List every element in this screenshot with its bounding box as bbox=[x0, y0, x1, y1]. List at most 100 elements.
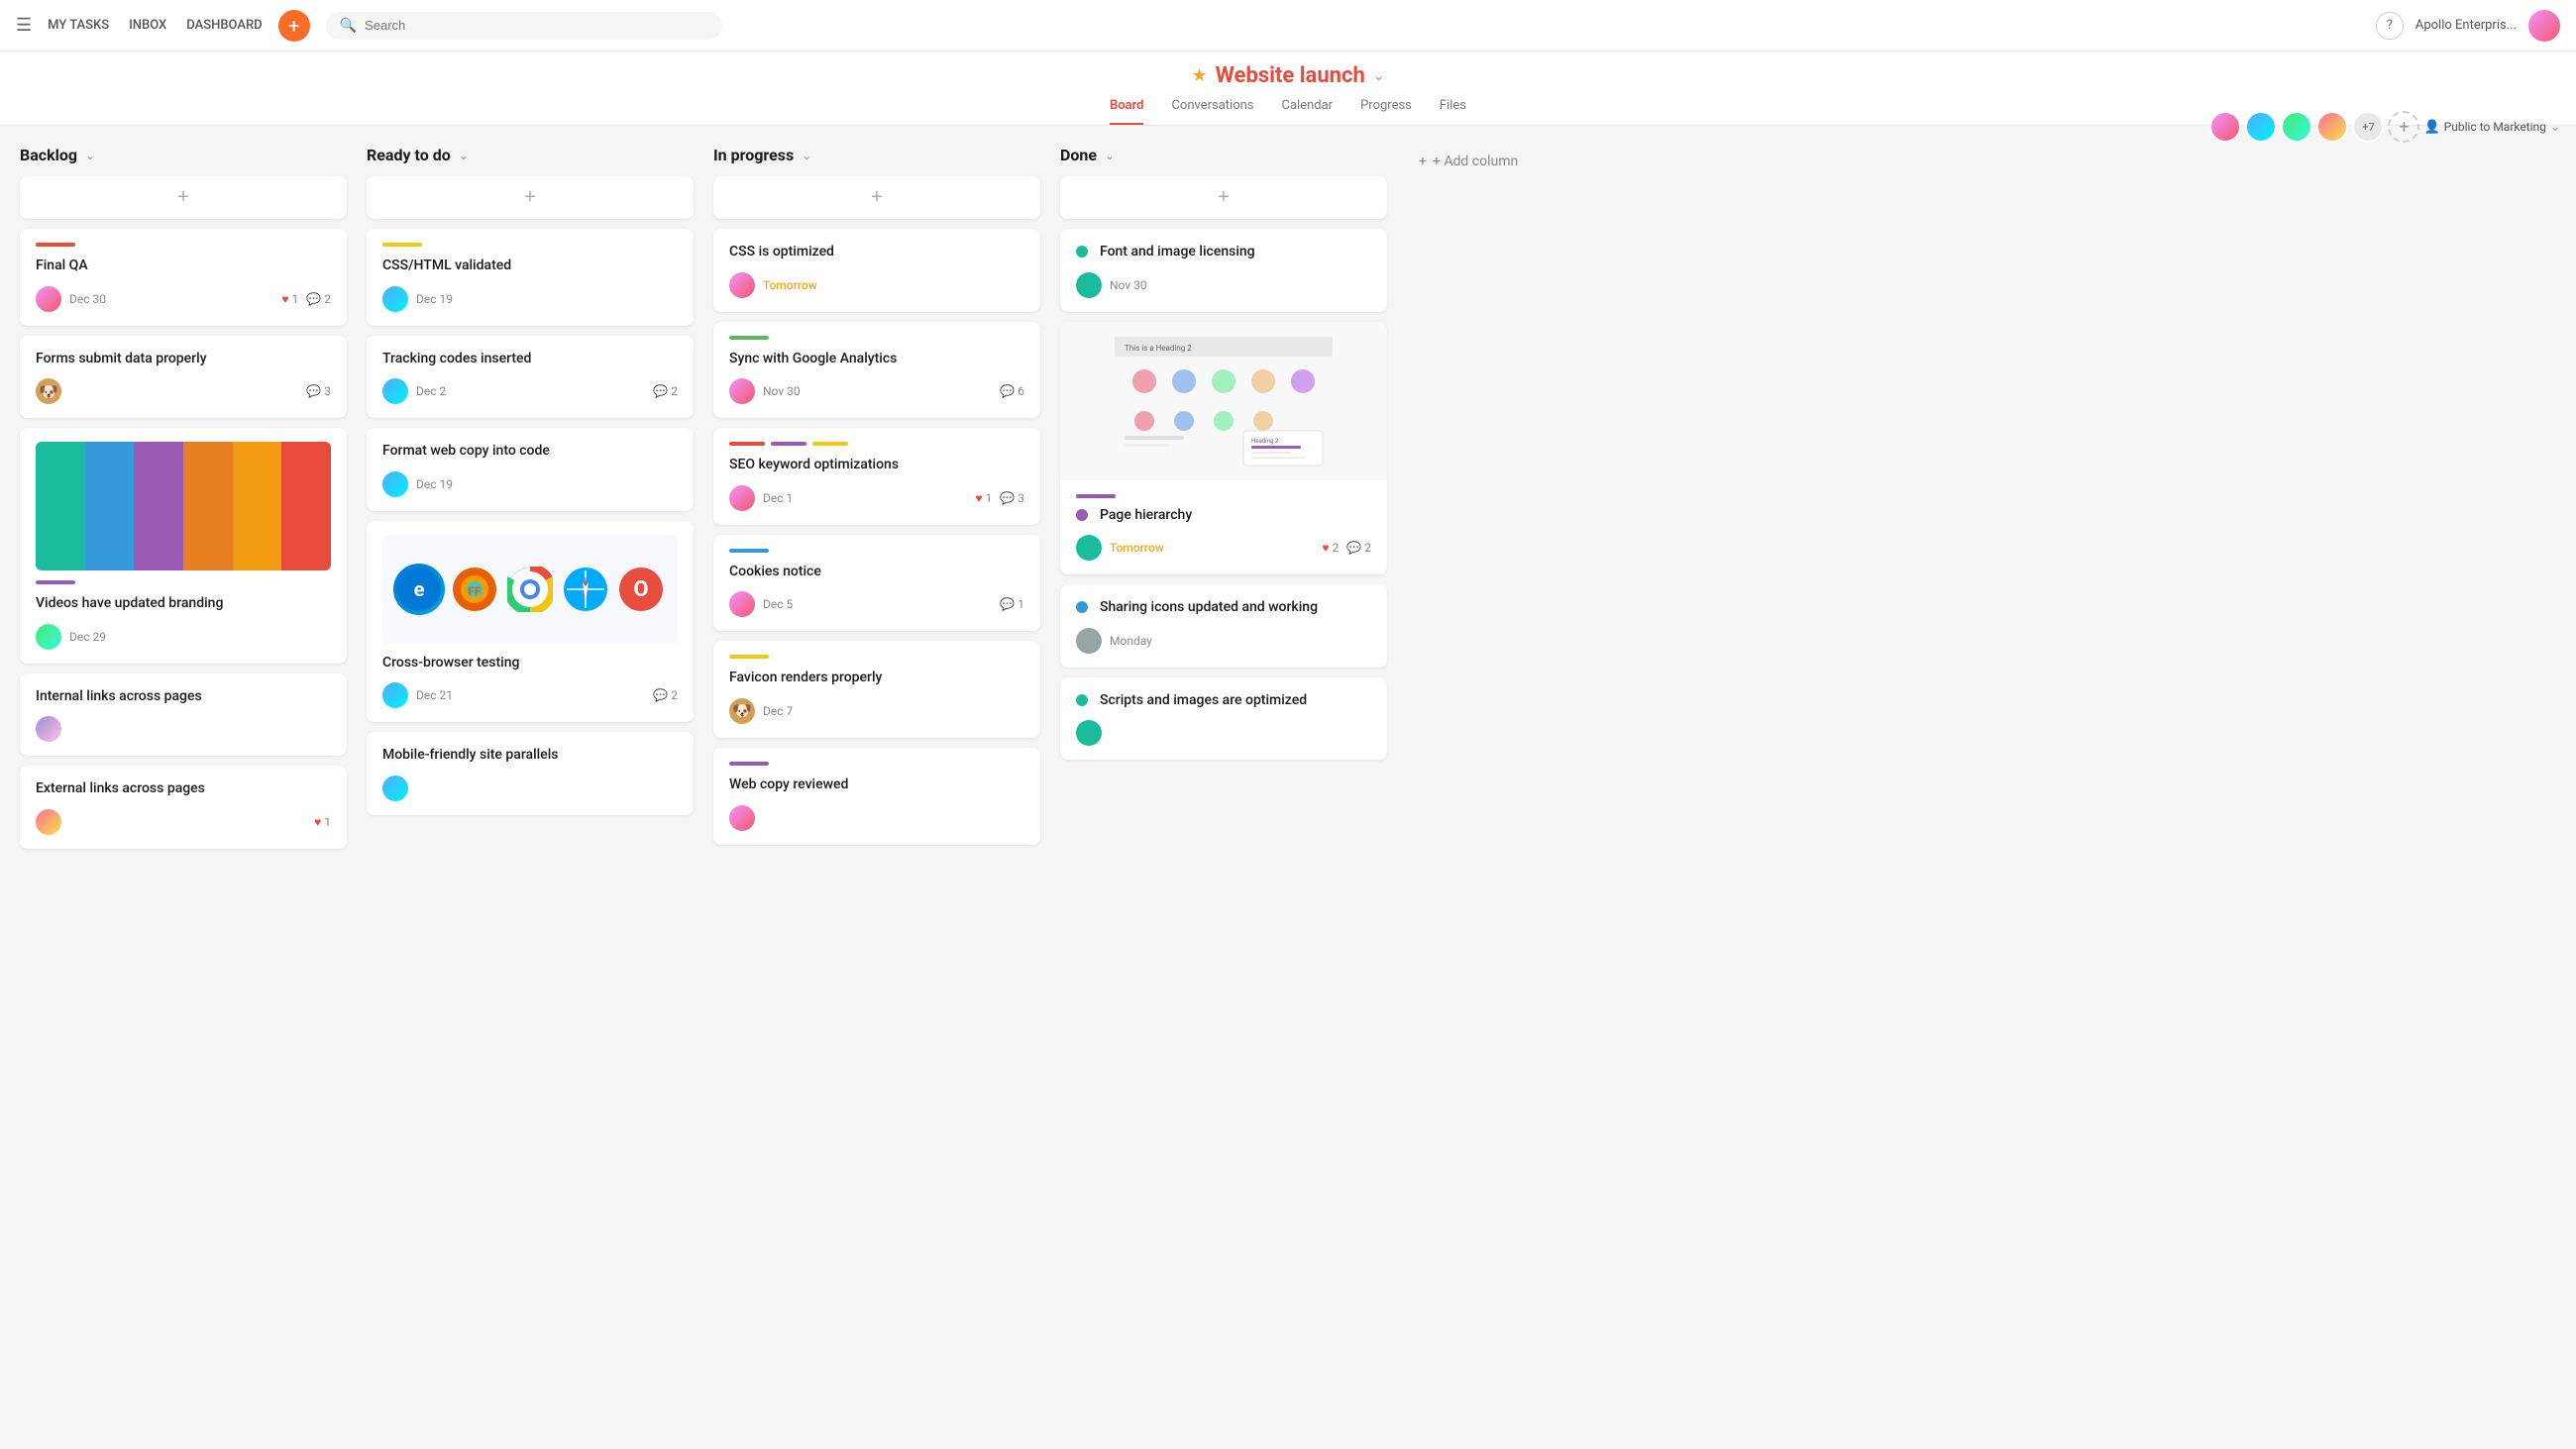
card-date: Dec 19 bbox=[416, 292, 453, 306]
public-badge[interactable]: 👤 Public to Marketing ⌄ bbox=[2423, 120, 2560, 135]
card-date: Dec 7 bbox=[763, 704, 793, 718]
card-footer-left: Dec 2 bbox=[382, 378, 446, 404]
card-footer: 🐶 💬 3 bbox=[36, 378, 331, 404]
card-seo-keywords[interactable]: SEO keyword optimizations Dec 1 ♥ 1 💬 3 bbox=[713, 428, 1040, 525]
safari-icon bbox=[560, 564, 611, 615]
card-css-html[interactable]: CSS/HTML validated Dec 19 bbox=[367, 229, 694, 326]
card-circle-tag bbox=[1076, 246, 1088, 258]
add-button[interactable]: + bbox=[278, 10, 310, 42]
card-avatar bbox=[382, 378, 408, 404]
card-footer-left: Tomorrow bbox=[729, 272, 817, 298]
team-add-button[interactable]: + bbox=[2388, 111, 2419, 143]
card-page-hierarchy[interactable]: This is a Heading 2 bbox=[1060, 322, 1387, 575]
svg-text:e: e bbox=[414, 577, 425, 601]
card-footer-left: Dec 19 bbox=[382, 471, 453, 497]
card-font-licensing[interactable]: Font and image licensing Nov 30 bbox=[1060, 229, 1387, 312]
card-title: Favicon renders properly bbox=[729, 669, 1024, 688]
card-footer: Dec 19 bbox=[382, 471, 678, 497]
browser-icons: e FF bbox=[393, 554, 667, 625]
card-avatar bbox=[36, 716, 61, 742]
card-title: CSS/HTML validated bbox=[382, 257, 678, 276]
card-date: Dec 5 bbox=[763, 597, 793, 611]
firefox-icon: FF bbox=[449, 564, 500, 615]
project-dropdown-icon[interactable]: ⌄ bbox=[1373, 68, 1385, 84]
card-title: Page hierarchy bbox=[1100, 506, 1192, 526]
card-avatar bbox=[36, 624, 61, 650]
card-circle-tag bbox=[1076, 601, 1088, 613]
card-footer-left bbox=[382, 776, 408, 801]
comment-icon: 💬 bbox=[306, 384, 321, 398]
card-title: Cross-browser testing bbox=[382, 654, 678, 673]
card-date: Tomorrow bbox=[1110, 541, 1164, 555]
card-title: Font and image licensing bbox=[1100, 243, 1255, 262]
card-css-optimized[interactable]: CSS is optimized Tomorrow bbox=[713, 229, 1040, 312]
done-card-title-row: Page hierarchy bbox=[1076, 506, 1371, 526]
card-date: Dec 1 bbox=[763, 491, 793, 505]
card-date: Dec 30 bbox=[69, 292, 106, 306]
card-web-copy-reviewed[interactable]: Web copy reviewed bbox=[713, 748, 1040, 845]
card-sync-analytics[interactable]: Sync with Google Analytics Nov 30 💬 6 bbox=[713, 322, 1040, 419]
card-avatar bbox=[382, 471, 408, 497]
done-title: Done bbox=[1060, 146, 1097, 164]
chrome-icon bbox=[504, 564, 556, 615]
backlog-add-card-button[interactable]: + bbox=[20, 176, 347, 219]
card-external-links[interactable]: External links across pages ♥ 1 bbox=[20, 766, 347, 849]
public-dropdown-icon: ⌄ bbox=[2550, 120, 2560, 134]
help-button[interactable]: ? bbox=[2376, 12, 2404, 40]
backlog-title: Backlog bbox=[20, 146, 77, 164]
card-forms-submit[interactable]: Forms submit data properly 🐶 💬 3 bbox=[20, 336, 347, 419]
in-progress-dropdown-icon[interactable]: ⌄ bbox=[802, 149, 811, 162]
card-videos-branding[interactable]: Videos have updated branding Dec 29 bbox=[20, 428, 347, 664]
card-format-web-copy[interactable]: Format web copy into code Dec 19 bbox=[367, 428, 694, 511]
in-progress-add-card-button[interactable]: + bbox=[713, 176, 1040, 219]
tag-bar-red bbox=[729, 442, 765, 446]
team-count: +7 bbox=[2352, 111, 2384, 143]
tab-calendar[interactable]: Calendar bbox=[1282, 98, 1334, 125]
svg-text:Heading 2: Heading 2 bbox=[1251, 438, 1279, 445]
card-final-qa[interactable]: Final QA Dec 30 ♥ 1 💬 2 bbox=[20, 229, 347, 326]
card-footer: Dec 30 ♥ 1 💬 2 bbox=[36, 286, 331, 312]
card-footer-right: ♥ 1 bbox=[314, 815, 331, 829]
tab-board[interactable]: Board bbox=[1110, 98, 1143, 125]
opera-icon: O bbox=[615, 564, 667, 615]
add-column-button[interactable]: + + Add column bbox=[1407, 146, 1530, 177]
tab-progress[interactable]: Progress bbox=[1360, 98, 1412, 125]
card-favicon[interactable]: Favicon renders properly 🐶 Dec 7 bbox=[713, 641, 1040, 738]
nav-right: ? Apollo Enterpris... bbox=[2376, 10, 2560, 42]
card-tag-bar bbox=[729, 336, 769, 340]
card-sharing-icons[interactable]: Sharing icons updated and working Monday bbox=[1060, 584, 1387, 668]
nav-my-tasks[interactable]: MY TASKS bbox=[48, 18, 109, 33]
card-date: Dec 2 bbox=[416, 384, 446, 398]
ready-add-card-button[interactable]: + bbox=[367, 176, 694, 219]
swatch-3 bbox=[134, 442, 183, 570]
nav-dashboard[interactable]: DASHBOARD bbox=[186, 18, 262, 33]
card-cross-browser[interactable]: e FF bbox=[367, 521, 694, 723]
card-title: Internal links across pages bbox=[36, 687, 331, 707]
tab-files[interactable]: Files bbox=[1440, 98, 1466, 125]
card-internal-links[interactable]: Internal links across pages bbox=[20, 673, 347, 757]
card-likes: ♥ 1 bbox=[281, 292, 298, 306]
heart-icon: ♥ bbox=[1322, 541, 1329, 555]
card-tracking-codes[interactable]: Tracking codes inserted Dec 2 💬 2 bbox=[367, 336, 694, 419]
done-dropdown-icon[interactable]: ⌄ bbox=[1105, 149, 1115, 162]
card-cookies-notice[interactable]: Cookies notice Dec 5 💬 1 bbox=[713, 535, 1040, 632]
card-date: Nov 30 bbox=[763, 384, 801, 398]
tab-conversations[interactable]: Conversations bbox=[1171, 98, 1253, 125]
card-avatar bbox=[729, 272, 755, 298]
nav-inbox[interactable]: INBOX bbox=[129, 18, 166, 33]
user-avatar[interactable] bbox=[2528, 10, 2560, 42]
add-column-label: + Add column bbox=[1433, 154, 1518, 169]
card-mobile-friendly[interactable]: Mobile-friendly site parallels bbox=[367, 732, 694, 815]
card-avatar bbox=[382, 286, 408, 312]
hamburger-icon[interactable]: ☰ bbox=[16, 15, 32, 36]
done-add-card-button[interactable]: + bbox=[1060, 176, 1387, 219]
backlog-dropdown-icon[interactable]: ⌄ bbox=[85, 149, 95, 162]
ready-dropdown-icon[interactable]: ⌄ bbox=[459, 149, 469, 162]
card-title: Web copy reviewed bbox=[729, 776, 1024, 795]
comment-icon: 💬 bbox=[1000, 384, 1015, 398]
card-circle-tag bbox=[1076, 509, 1088, 521]
project-star-icon: ★ bbox=[1192, 65, 1208, 86]
search-input[interactable] bbox=[365, 18, 708, 33]
card-footer-right: ♥ 1 💬 3 bbox=[975, 491, 1024, 505]
card-scripts-images[interactable]: Scripts and images are optimized bbox=[1060, 677, 1387, 761]
